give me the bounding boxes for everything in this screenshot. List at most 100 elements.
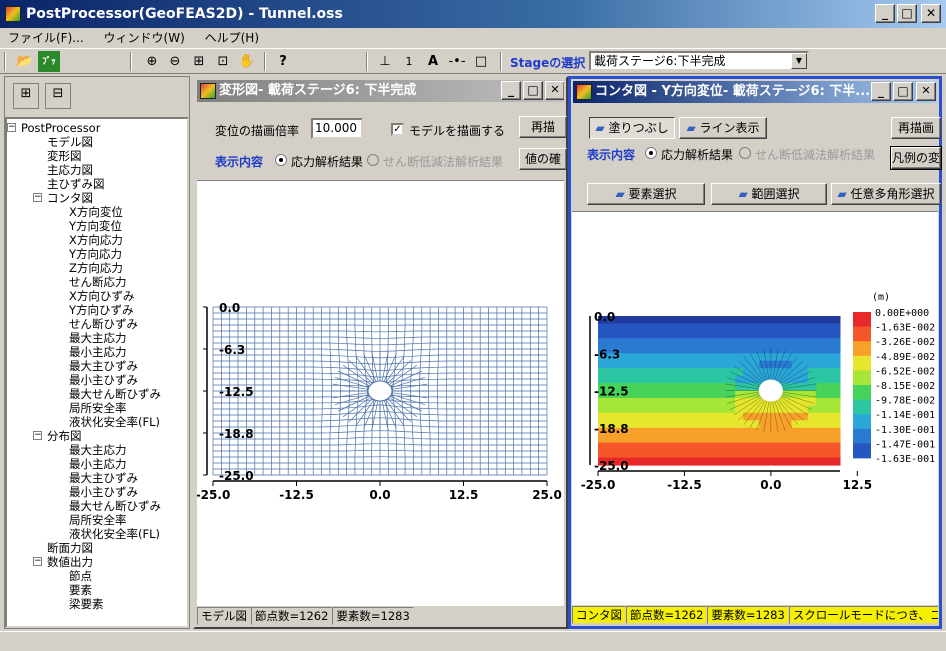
close-button[interactable]: ✕	[921, 4, 941, 23]
tree-item[interactable]: 最大主応力	[69, 331, 127, 345]
range-select-button[interactable]: ▰ 範囲選択	[711, 183, 827, 205]
fit-icon[interactable]: ⊞	[188, 51, 210, 72]
menu-bar: ファイル(F)... ウィンドウ(W) ヘルプ(H)	[0, 28, 946, 48]
text-icon[interactable]: A	[422, 51, 444, 72]
tree-item[interactable]: PostProcessor	[21, 121, 100, 135]
frame-icon[interactable]: □	[470, 51, 492, 72]
tree-item[interactable]: 最大主ひずみ	[69, 471, 138, 485]
tree-item[interactable]: 分布図	[47, 429, 82, 443]
contour-cell	[807, 420, 817, 429]
menu-window[interactable]: ウィンドウ(W)	[96, 31, 193, 45]
tree-item[interactable]: コンタ図	[47, 191, 93, 205]
tree-item[interactable]: せん断ひずみ	[69, 317, 138, 331]
tree-tool-2-icon[interactable]: ⊟	[45, 83, 71, 109]
contour-cell	[694, 360, 704, 369]
tree-item[interactable]: 局所安全率	[69, 401, 127, 415]
tree-item[interactable]: モデル図	[47, 135, 93, 149]
export-icon[interactable]: ﾌﾞｯ	[38, 51, 60, 72]
tree-item[interactable]: Y方向変位	[69, 219, 122, 233]
contour-cell	[694, 435, 704, 444]
zoom-in-icon[interactable]: ⊕	[141, 51, 163, 72]
tree-item[interactable]: 局所安全率	[69, 513, 127, 527]
tree-expander-icon[interactable]: −	[7, 123, 16, 132]
tree-item[interactable]: 最大せん断ひずみ	[69, 499, 161, 513]
tree-expander-icon[interactable]: −	[33, 431, 42, 440]
minimize-button[interactable]: _	[501, 81, 521, 100]
y-tick-label: -6.3	[219, 343, 245, 357]
beam-icon[interactable]: -•-	[446, 51, 468, 72]
line-tab-label: ライン表示	[699, 121, 760, 135]
tree-item[interactable]: 断面力図	[47, 541, 93, 555]
model-checkbox[interactable]: ✓	[391, 123, 404, 136]
tree-item[interactable]: X方向変位	[69, 205, 123, 219]
number-icon[interactable]: 1	[398, 51, 420, 72]
radio-stress[interactable]	[645, 147, 657, 159]
line-tab[interactable]: ▰ ライン表示	[679, 117, 767, 139]
help-icon[interactable]: ?	[272, 51, 294, 72]
fill-tab[interactable]: ▰ 塗りつぶし	[589, 117, 675, 139]
contour-cell	[638, 405, 647, 414]
tree-item[interactable]: X方向応力	[69, 233, 123, 247]
menu-help[interactable]: ヘルプ(H)	[197, 31, 267, 45]
tree-view[interactable]: − PostProcessor モデル図 変形図 主応力図 主ひずみ図 − コンタ図 X方向変位…	[5, 117, 189, 628]
legend-change-button[interactable]: 凡例の変	[890, 146, 942, 170]
maximize-button[interactable]: □	[897, 4, 917, 23]
redraw-button[interactable]: 再描画	[891, 117, 941, 139]
tree-item[interactable]: 要素	[69, 583, 92, 597]
tree-expander-icon[interactable]: −	[33, 193, 42, 202]
contour-cell	[662, 368, 672, 377]
tree-item[interactable]: 最小主ひずみ	[69, 373, 138, 387]
contour-cell	[654, 390, 664, 399]
tree-item[interactable]: 最小主応力	[69, 457, 127, 471]
contour-cell	[606, 338, 615, 347]
minimize-button[interactable]: _	[875, 4, 895, 23]
tree-item[interactable]: Y方向ひずみ	[69, 303, 134, 317]
node-icon[interactable]: ⊥	[374, 51, 396, 72]
zoom-window-icon[interactable]: ⊡	[212, 51, 234, 72]
tree-item[interactable]: 最小主ひずみ	[69, 485, 138, 499]
tree-item[interactable]: 節点	[69, 569, 92, 583]
contour-cell	[783, 316, 793, 324]
tree-item[interactable]: 変形図	[47, 149, 82, 163]
tree-item[interactable]: Y方向応力	[69, 247, 122, 261]
stage-select[interactable]: 載荷ステージ6:下半完成 ▼	[589, 51, 809, 71]
tree-item[interactable]: 数値出力	[47, 555, 93, 569]
tree-item[interactable]: 最大せん断ひずみ	[69, 387, 161, 401]
contour-cell	[678, 390, 688, 399]
radio-stress[interactable]	[275, 154, 287, 166]
menu-file[interactable]: ファイル(F)...	[0, 31, 92, 45]
element-select-button[interactable]: ▰ 要素選択	[587, 183, 705, 205]
contour-cell	[743, 450, 752, 459]
polygon-select-button[interactable]: ▰ 任意多角形選択	[831, 183, 941, 205]
scale-input[interactable]: 10.000	[311, 118, 363, 139]
pan-hand-icon[interactable]: ✋	[236, 51, 258, 72]
tree-item[interactable]: 梁要素	[69, 597, 104, 611]
tree-item[interactable]: 主応力図	[47, 163, 93, 177]
tree-item[interactable]: 最大主ひずみ	[69, 359, 138, 373]
tree-tool-1-icon[interactable]: ⊞	[13, 83, 39, 109]
tree-item[interactable]: 主ひずみ図	[47, 177, 105, 191]
tree-item[interactable]: 液状化安全率(FL)	[69, 527, 160, 541]
redraw-button[interactable]: 再描	[519, 116, 567, 138]
contour-cell	[606, 450, 615, 459]
maximize-button[interactable]: □	[523, 81, 543, 100]
minimize-button[interactable]: _	[871, 82, 891, 101]
tree-expander-icon[interactable]: −	[33, 557, 42, 566]
tree-item[interactable]: 液状化安全率(FL)	[69, 415, 160, 429]
value-button[interactable]: 値の確	[519, 148, 567, 170]
tree-item[interactable]: せん断応力	[69, 275, 127, 289]
tree-item[interactable]: Z方向応力	[69, 261, 123, 275]
contour-canvas[interactable]: 0.0 -6.3 -12.5 -18.8 -25.0 -25.0 -12.5 0.0 12.5 (…	[572, 211, 938, 605]
tree-item[interactable]: X方向ひずみ	[69, 289, 134, 303]
close-button[interactable]: ✕	[545, 81, 564, 100]
close-button[interactable]: ✕	[916, 82, 936, 101]
tree-item[interactable]: 最大主応力	[69, 443, 127, 457]
tree-item[interactable]: 最小主応力	[69, 345, 127, 359]
open-folder-icon[interactable]: 📂	[14, 51, 36, 72]
zoom-out-icon[interactable]: ⊖	[164, 51, 186, 72]
contour-cell	[807, 368, 817, 377]
maximize-button[interactable]: □	[893, 82, 913, 101]
deform-canvas[interactable]: 0.0 -6.3 -12.5 -18.8 -25.0 -25.0 -12.5 0.0 12.5 2…	[196, 180, 564, 606]
contour-cell	[735, 316, 744, 324]
chevron-down-icon[interactable]: ▼	[791, 53, 807, 69]
